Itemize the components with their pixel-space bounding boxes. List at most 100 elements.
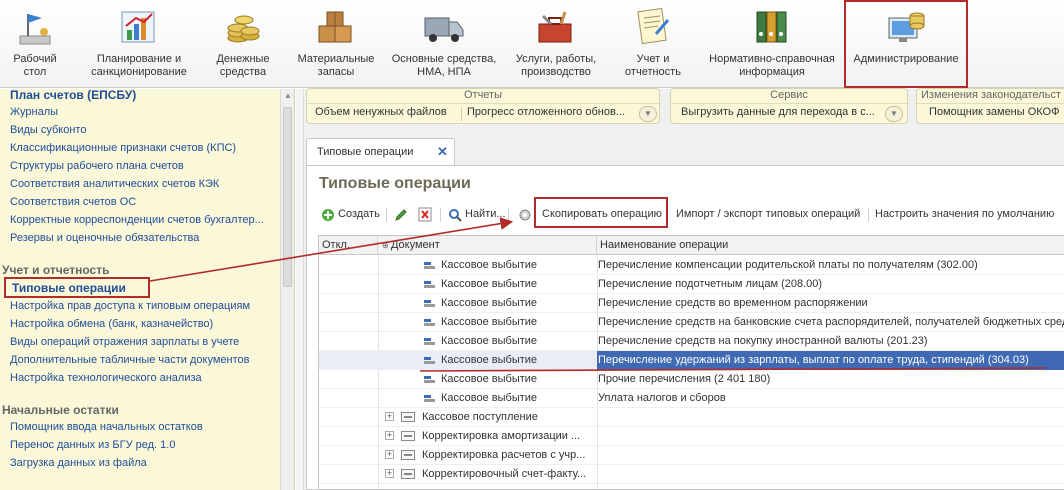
nav-link[interactable]: Резервы и оценочные обязательства [10, 232, 199, 244]
scroll-thumb[interactable] [283, 107, 292, 287]
table-row[interactable]: Кассовое выбытие Перечисление средств на… [319, 332, 1064, 351]
scroll-up-icon[interactable]: ▲ [284, 91, 292, 100]
cmd-unneeded-files[interactable]: Объем ненужных файлов [315, 106, 447, 118]
cmd-export-data[interactable]: Выгрузить данные для перехода в с... [681, 106, 875, 118]
tab-typical-operations[interactable]: Типовые операции ✕ [306, 138, 455, 166]
expand-group-icon[interactable]: ▼ [639, 106, 657, 122]
binders-icon [756, 11, 787, 43]
nav-link[interactable]: Помощник ввода начальных остатков [10, 421, 203, 433]
section-planning[interactable]: Планирование и санкционирование [80, 0, 198, 88]
nav-heading-chart-of-accounts[interactable]: План счетов (ЕПСБУ) [10, 89, 136, 102]
section-money[interactable]: Денежные средства [205, 0, 281, 88]
section-services[interactable]: Услуги, работы, производство [508, 0, 604, 88]
nav-link[interactable]: Виды субконто [10, 124, 86, 136]
section-label: Администрирование [853, 53, 959, 65]
toolbox-icon [538, 11, 572, 43]
close-icon[interactable]: ✕ [437, 144, 448, 160]
nav-link[interactable]: Журналы [10, 106, 58, 118]
operation-icon [424, 281, 435, 288]
nav-item-label: Типовые операции [12, 281, 126, 295]
table-row[interactable]: Кассовое выбытие Прочие перечисления (2 … [319, 370, 1064, 389]
add-icon [322, 209, 334, 221]
copy-operation-button[interactable]: Скопировать операцию [542, 208, 662, 220]
nav-scrollbar[interactable]: ▲ [280, 89, 294, 490]
nav-link[interactable]: Структуры рабочего плана счетов [10, 160, 184, 172]
operation-icon [424, 262, 435, 269]
section-reference[interactable]: Нормативно-справочная информация [702, 0, 842, 88]
section-reporting[interactable]: Учет и отчетность [612, 0, 694, 88]
nav-link[interactable]: Соответствия счетов ОС [10, 196, 136, 208]
table-row-group[interactable]: + Кассовое поступление [319, 408, 1064, 427]
table-row-selected[interactable]: Кассовое выбытие Перечисление удержаний … [319, 351, 1064, 370]
operations-table: Откл. ⊕ Документ Наименование операции К… [318, 235, 1064, 490]
separator [508, 208, 509, 222]
table-row[interactable]: Кассовое выбытие Перечисление подотчетны… [319, 275, 1064, 294]
column-header-operation-name[interactable]: Наименование операции [597, 236, 1064, 255]
section-label: Денежные средства [216, 53, 270, 78]
nav-link[interactable]: Загрузка данных из файла [10, 457, 147, 469]
nav-link[interactable]: Соответствия аналитических счетов КЭК [10, 178, 219, 190]
nav-link[interactable]: Настройка прав доступа к типовым операци… [10, 300, 250, 312]
truck-icon [424, 17, 464, 42]
table-row-group[interactable]: + Корректировка расчетов с учр... [319, 446, 1064, 465]
edit-pencil-icon[interactable] [394, 208, 408, 222]
cell-document: Кассовое выбытие [441, 259, 538, 271]
cell-document: Кассовое выбытие [441, 373, 538, 385]
expand-icon[interactable]: + [385, 469, 394, 478]
nav-link[interactable]: Настройка обмена (банк, казначейство) [10, 318, 213, 330]
table-row-group[interactable]: + Корректировочный счет-факту... [319, 465, 1064, 484]
expand-icon[interactable]: + [385, 431, 394, 440]
cmd-okof-replace[interactable]: Помощник замены ОКОФ [929, 106, 1059, 118]
group-law-changes: Изменения законодательст Помощник замены… [916, 88, 1064, 124]
cell-operation-name: Перечисление средств во временном распор… [598, 297, 868, 309]
find-button[interactable]: Найти... [465, 208, 506, 220]
panel-splitter[interactable] [296, 89, 304, 490]
sections-toolbar: Рабочий стол Планирование и санкциониров… [0, 0, 1064, 88]
cell-document: Кассовое выбытие [441, 316, 538, 328]
section-administration[interactable]: Администрирование [844, 0, 968, 88]
table-row[interactable]: Кассовое выбытие Перечисление средств на… [319, 313, 1064, 332]
operation-icon [424, 338, 435, 345]
cmd-deferred-update[interactable]: Прогресс отложенного обнов... [467, 106, 625, 118]
cell-document: Корректировка расчетов с учр... [422, 449, 586, 461]
default-values-button[interactable]: Настроить значения по умолчанию [875, 208, 1054, 220]
nav-link[interactable]: Настройка технологического анализа [10, 372, 202, 384]
cell-document: Кассовое выбытие [441, 392, 538, 404]
table-row-group[interactable]: + Корректировка амортизации ... [319, 427, 1064, 446]
table-row[interactable]: Кассовое выбытие Уплата налогов и сборов [319, 389, 1064, 408]
nav-link[interactable]: Классификационные признаки счетов (КПС) [10, 142, 236, 154]
section-materials[interactable]: Материальные запасы [290, 0, 382, 88]
tab-label: Типовые операции [317, 146, 414, 158]
nav-link[interactable]: Виды операций отражения зарплаты в учете [10, 336, 239, 348]
sort-icon: ⊕ [382, 241, 391, 250]
table-row[interactable]: Кассовое выбытие Перечисление компенсаци… [319, 256, 1064, 275]
document-type-icon [401, 450, 415, 460]
nav-link[interactable]: Корректные корреспонденции счетов бухгал… [10, 214, 264, 226]
nav-item-typical-operations[interactable]: Типовые операции [4, 277, 150, 298]
cell-operation-name: Перечисление компенсации родительской пл… [598, 259, 978, 271]
cell-document: Корректировочный счет-факту... [422, 468, 587, 480]
create-button[interactable]: Создать [338, 208, 380, 220]
delete-icon[interactable] [418, 207, 432, 222]
group-title: Изменения законодательст [917, 89, 1064, 104]
group-service: Сервис Выгрузить данные для перехода в с… [670, 88, 908, 124]
report-icon [637, 7, 670, 45]
document-type-icon [401, 431, 415, 441]
expand-icon[interactable]: + [385, 412, 394, 421]
expand-group-icon[interactable]: ▼ [885, 106, 903, 122]
section-desktop[interactable]: Рабочий стол [0, 0, 70, 88]
operation-icon [424, 319, 435, 326]
import-export-button[interactable]: Импорт / экспорт типовых операций [676, 208, 860, 220]
coins-icon [227, 15, 260, 43]
table-row[interactable]: Кассовое выбытие Перечисление средств во… [319, 294, 1064, 313]
column-header-disabled[interactable]: Откл. [319, 236, 378, 255]
navigation-panel: План счетов (ЕПСБУ) Журналы Виды субконт… [0, 89, 295, 490]
nav-link[interactable]: Перенос данных из БГУ ред. 1.0 [10, 439, 175, 451]
group-title: Отчеты [307, 89, 659, 104]
column-header-document[interactable]: ⊕ Документ [378, 236, 597, 255]
expand-icon[interactable]: + [385, 450, 394, 459]
section-fixed-assets[interactable]: Основные средства, НМА, НПА [388, 0, 500, 88]
document-type-icon [401, 412, 415, 422]
nav-link[interactable]: Дополнительные табличные части документо… [10, 354, 250, 366]
cell-operation-name: Уплата налогов и сборов [598, 392, 726, 404]
